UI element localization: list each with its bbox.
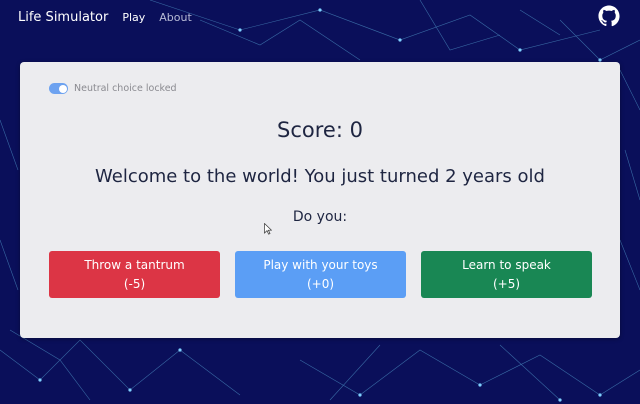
score-display: Score: 0 [277, 118, 363, 142]
brand-link[interactable]: Life Simulator [18, 10, 108, 25]
choice-delta: (+5) [492, 276, 521, 291]
top-navbar: Life Simulator Play About [0, 0, 640, 34]
choice-prompt: Do you: [292, 209, 348, 225]
event-message: Welcome to the world! You just turned 2 … [95, 166, 545, 187]
choice-label: Play with your toys [263, 257, 378, 272]
nav-link-play[interactable]: Play [122, 11, 145, 24]
choice-delta: (+0) [306, 276, 335, 291]
game-card: Neutral choice locked Score: 0 Welcome t… [20, 62, 620, 338]
choice-delta: (-5) [123, 276, 146, 291]
neutral-lock-toggle[interactable] [49, 83, 68, 94]
github-icon[interactable] [598, 5, 620, 27]
choice-label: Learn to speak [462, 257, 551, 272]
mouse-cursor-icon [264, 223, 272, 235]
choice-buttons: Throw a tantrum (-5) Play with your toys… [49, 251, 593, 299]
choice-button-play-toys[interactable]: Play with your toys (+0) [235, 251, 406, 298]
choice-button-learn-speak[interactable]: Learn to speak (+5) [421, 251, 592, 298]
choice-button-tantrum[interactable]: Throw a tantrum (-5) [49, 251, 220, 298]
choice-label: Throw a tantrum [84, 257, 185, 272]
neutral-lock-label: Neutral choice locked [74, 83, 177, 94]
neutral-lock-setting: Neutral choice locked [49, 83, 177, 94]
nav-link-about[interactable]: About [159, 11, 192, 24]
